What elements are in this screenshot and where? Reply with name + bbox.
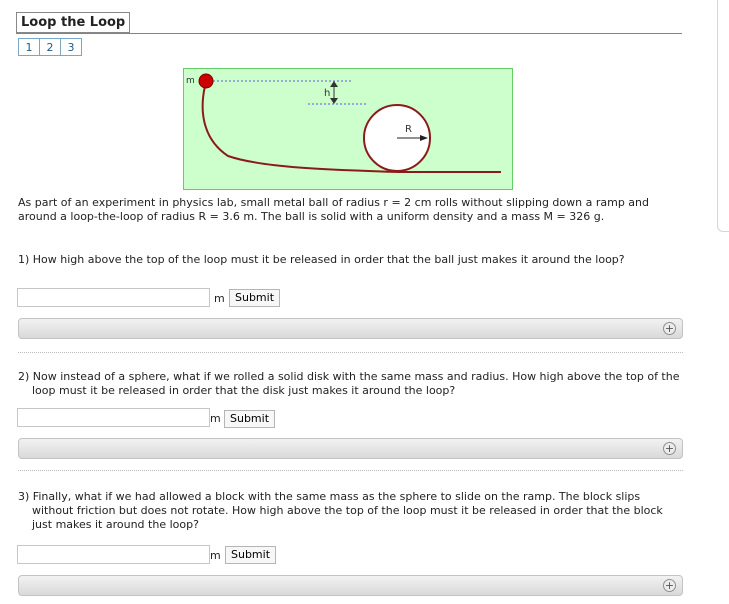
loop-diagram: h m R: [183, 68, 513, 190]
answer-2-input[interactable]: [17, 408, 210, 427]
answer-2-unit: m: [210, 412, 221, 425]
page-title: Loop the Loop: [16, 12, 131, 33]
submit-3-button[interactable]: Submit: [225, 546, 277, 564]
ball: [198, 73, 214, 89]
divider-1: [18, 352, 683, 353]
hint-bar-1[interactable]: +: [18, 318, 683, 339]
label-h: h: [324, 88, 330, 99]
answer-1-unit: m: [214, 292, 225, 305]
submit-2-button[interactable]: Submit: [224, 410, 276, 428]
page-tab-1[interactable]: 1: [18, 38, 40, 56]
answer-3-input[interactable]: [17, 545, 210, 564]
right-edge-panel: [717, 0, 729, 232]
page-tab-3[interactable]: 3: [60, 38, 82, 56]
question-2-text: 2) Now instead of a sphere, what if we r…: [18, 370, 680, 397]
label-R: R: [405, 124, 412, 135]
answer-3-unit: m: [210, 549, 221, 562]
hint-bar-3[interactable]: +: [18, 575, 683, 596]
question-1-text: 1) How high above the top of the loop mu…: [18, 253, 625, 266]
problem-intro: As part of an experiment in physics lab,…: [18, 196, 650, 223]
submit-1-button[interactable]: Submit: [229, 289, 281, 307]
answer-1-input[interactable]: [17, 288, 210, 307]
expand-icon[interactable]: +: [663, 579, 676, 592]
label-m: m: [186, 76, 195, 86]
divider-2: [18, 470, 683, 471]
page-tabs: 1 2 3: [18, 38, 82, 56]
expand-icon[interactable]: +: [663, 442, 676, 455]
hint-bar-2[interactable]: +: [18, 438, 683, 459]
question-3-text: 3) Finally, what if we had allowed a blo…: [18, 490, 663, 531]
expand-icon[interactable]: +: [663, 322, 676, 335]
title-divider: [16, 33, 682, 34]
page-tab-2[interactable]: 2: [39, 38, 61, 56]
